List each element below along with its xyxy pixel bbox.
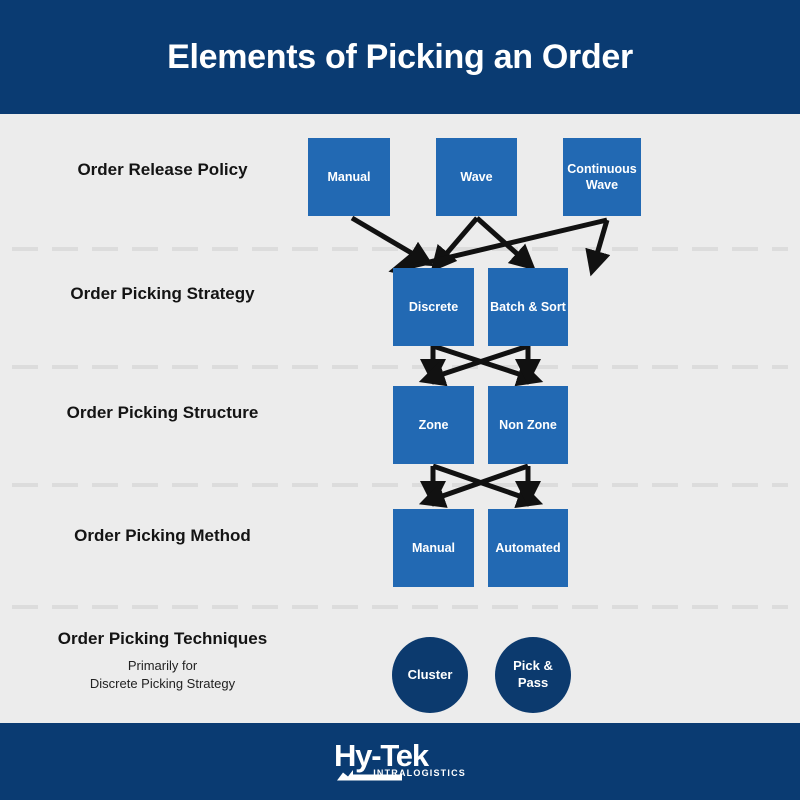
row-label-text: Order Picking Structure [66, 403, 259, 422]
node-discrete[interactable]: Discrete [393, 268, 474, 346]
node-non-zone[interactable]: Non Zone [488, 386, 568, 464]
infographic-root: Elements of Picking an Order Order Relea… [0, 0, 800, 800]
row-label-order-picking-method: Order Picking Method [30, 525, 295, 547]
arrow-contwave-to-discrete [388, 217, 608, 279]
footer-banner: Hy-Tek INTRALOGISTICS [0, 723, 800, 800]
row-label-text: Order Picking Method [74, 526, 251, 545]
arrow-wave-to-batch [475, 216, 536, 271]
arrow-contwave-to-batch [585, 219, 611, 277]
node-label: Discrete [408, 299, 459, 314]
arrow-manual-to-discrete [350, 215, 434, 267]
node-pick-and-pass[interactable]: Pick & Pass [495, 637, 571, 713]
arrow-batch-to-zone [418, 343, 529, 387]
node-label: Continuous Wave [567, 161, 637, 192]
arrow-wave-to-discrete [430, 216, 479, 273]
node-label: Wave [460, 169, 493, 184]
arrow-discrete-to-nonzone [432, 343, 544, 387]
node-label: Cluster [407, 666, 453, 682]
row-divider-2 [12, 365, 788, 369]
node-label: Zone [418, 417, 449, 432]
row-label-text: Order Release Policy [77, 160, 248, 179]
row-label-order-release-policy: Order Release Policy [30, 159, 295, 181]
hytek-logo[interactable]: Hy-Tek INTRALOGISTICS [334, 740, 466, 784]
row-label-order-picking-strategy: Order Picking Strategy [30, 283, 295, 305]
row-sublabel-text: Primarily for Discrete Picking Strategy [89, 658, 236, 691]
logo-wordmark: Hy-Tek [334, 737, 429, 773]
node-label: Non Zone [499, 417, 557, 432]
row-divider-3 [12, 483, 788, 487]
row-divider-4 [12, 605, 788, 609]
node-batch-and-sort[interactable]: Batch & Sort [488, 268, 568, 346]
node-zone[interactable]: Zone [393, 386, 474, 464]
row-label-text: Order Picking Techniques [57, 629, 268, 648]
node-label: Automated [495, 540, 561, 555]
node-label: Batch & Sort [490, 299, 566, 314]
logo-subtext: INTRALOGISTICS [373, 767, 466, 778]
row-label-order-picking-structure: Order Picking Structure [30, 402, 295, 424]
node-label: Manual [411, 540, 456, 555]
node-continuous-wave[interactable]: Continuous Wave [563, 138, 641, 216]
node-manual-method[interactable]: Manual [393, 509, 474, 587]
node-label: Manual [327, 169, 371, 184]
row-label-text: Order Picking Strategy [70, 284, 255, 303]
row-divider-1 [12, 247, 788, 251]
page-title: Elements of Picking an Order [167, 37, 633, 76]
node-wave[interactable]: Wave [436, 138, 517, 216]
node-manual-release[interactable]: Manual [308, 138, 390, 216]
node-automated[interactable]: Automated [488, 509, 568, 587]
header-banner: Elements of Picking an Order [0, 0, 800, 114]
node-label: Pick & Pass [513, 658, 553, 690]
node-cluster[interactable]: Cluster [392, 637, 468, 713]
diagram-body: Order Release Policy Manual Wave Continu… [0, 114, 800, 723]
row-label-order-picking-techniques: Order Picking Techniques Primarily for D… [30, 628, 295, 692]
